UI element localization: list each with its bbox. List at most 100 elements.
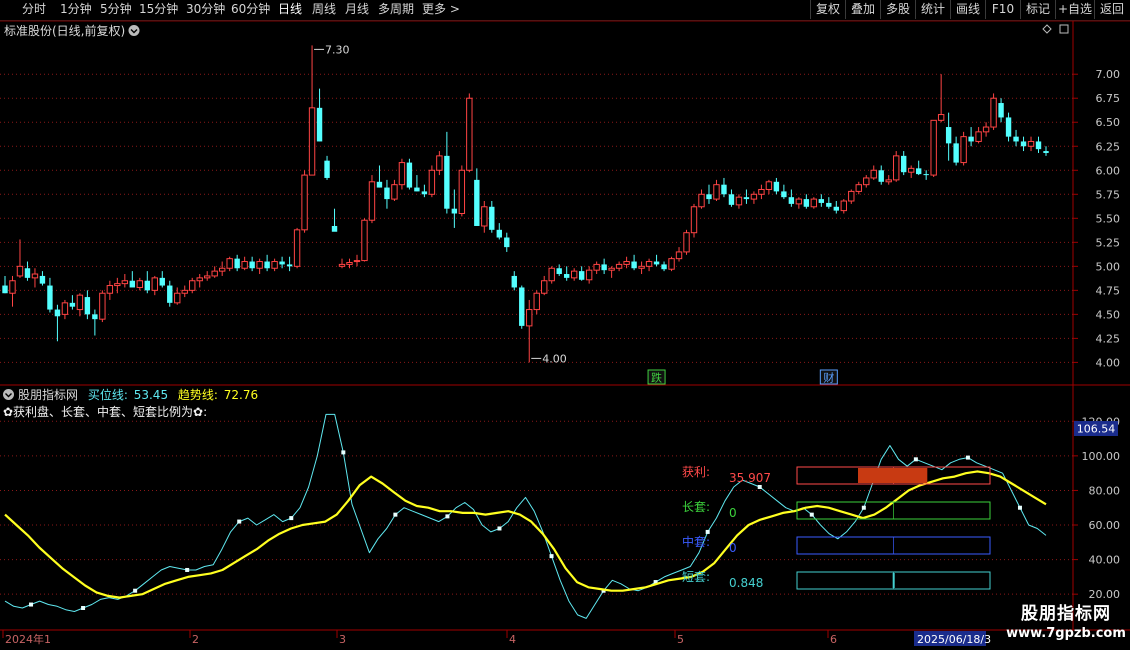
- candle-body: [578, 271, 585, 280]
- candle-body: [353, 260, 361, 263]
- candle-body: [968, 136, 974, 142]
- main-grid: [0, 73, 1073, 363]
- candle-body: [84, 297, 91, 315]
- candle-body: [99, 292, 106, 320]
- candle-body: [39, 275, 46, 284]
- chip-bar-value: 0: [729, 506, 737, 520]
- candle-body: [458, 169, 466, 214]
- candle-body: [301, 174, 308, 231]
- stock-chart[interactable]: 4.00 4.25 4.50 4.75 5.00 5.25 5.50 5.75 6.00 6.25…: [0, 0, 1130, 650]
- candle-body: [129, 280, 136, 288]
- buy-line-point: [913, 457, 918, 462]
- indicator-lines: [4, 413, 1047, 619]
- candle-body: [181, 289, 188, 294]
- main-panel-title: 标准股份(日线,前复权): [4, 23, 125, 38]
- candle-body: [870, 169, 877, 179]
- candle-body: [901, 155, 907, 173]
- indicator-subtitle: ✿获利盘、长套、中套、短套比例为✿:: [3, 404, 207, 419]
- candle-body: [316, 107, 323, 142]
- main-panel-menu-icon[interactable]: [128, 25, 140, 36]
- candle-body: [683, 232, 690, 253]
- chip-bar-value: 0: [729, 541, 737, 555]
- candle-body: [608, 267, 615, 271]
- candle-body: [264, 261, 270, 269]
- date-tick-label: 3: [339, 633, 346, 646]
- main-panel-expand-icon[interactable]: [1059, 24, 1069, 34]
- candle-body: [114, 283, 121, 287]
- candle-body: [713, 184, 720, 200]
- buy-line-point: [549, 554, 554, 559]
- buy-line-point: [237, 519, 242, 524]
- watermark-title: 股朋指标网: [1021, 604, 1111, 624]
- candle-body: [623, 261, 630, 265]
- candle-body: [631, 261, 637, 269]
- candle-body: [271, 261, 278, 269]
- candle-body: [645, 261, 653, 267]
- candle-body: [474, 179, 480, 226]
- candle-body: [526, 309, 533, 327]
- chip-bar-label: 短套:: [682, 570, 710, 584]
- candle-body: [61, 302, 69, 315]
- candle-body: [930, 119, 937, 176]
- candle-body: [16, 265, 24, 277]
- chip-bar-value: 35.907: [729, 471, 771, 485]
- current-value-label: 106.54: [1077, 423, 1116, 436]
- candle-body: [743, 197, 750, 200]
- price-tick-label: 5.00: [1096, 260, 1121, 273]
- candle-body: [241, 261, 248, 269]
- candle-body: [548, 267, 555, 282]
- candle-body: [519, 287, 525, 326]
- date-tick-label: 2024年1: [5, 632, 51, 646]
- candle-body: [915, 168, 922, 175]
- candle-body: [937, 114, 945, 121]
- candle-body: [750, 193, 758, 200]
- buy-line-point: [445, 514, 450, 519]
- indicator-tick-label: 80.00: [1089, 484, 1121, 497]
- candle-body: [361, 219, 368, 262]
- buy-line-point: [133, 588, 138, 593]
- candle-body: [990, 97, 997, 128]
- buy-line-point: [757, 484, 762, 489]
- buy-line-point: [393, 512, 398, 517]
- candle-body: [444, 155, 450, 209]
- candle-body: [414, 187, 420, 192]
- candle-body: [279, 261, 285, 265]
- candle-body: [286, 264, 293, 267]
- price-annotations: 7.304.00跌财龙虎: [314, 43, 838, 385]
- indicator-axis: 20.0040.0060.0080.00100.00120.00: [1073, 415, 1120, 601]
- candle-body: [810, 198, 818, 208]
- candle-body: [690, 206, 698, 234]
- candle-body: [451, 208, 458, 214]
- candle-body: [885, 179, 892, 183]
- candle-body: [346, 261, 353, 265]
- candle-body: [998, 103, 1004, 118]
- candle-body: [781, 191, 787, 198]
- candle-body: [1043, 151, 1049, 153]
- candle-body: [788, 197, 795, 204]
- candle-body: [585, 269, 593, 281]
- candle-body: [196, 277, 203, 282]
- candle-body: [615, 263, 623, 269]
- candle-body: [653, 261, 660, 265]
- candle-body: [533, 292, 540, 311]
- price-tick-label: 6.50: [1096, 116, 1121, 129]
- candle-body: [863, 177, 870, 186]
- candle-body: [1013, 136, 1019, 142]
- chip-bar-label: 中套:: [682, 534, 710, 549]
- buy-line: [4, 413, 1047, 619]
- candle-body: [795, 198, 803, 205]
- candle-body: [293, 229, 301, 267]
- event-tag-label: 跌: [651, 371, 662, 385]
- main-panel-diamond-icon[interactable]: [1042, 24, 1052, 34]
- candle-body: [466, 97, 473, 171]
- candle-body: [878, 170, 884, 182]
- candle-body: [144, 280, 150, 291]
- price-tick-label: 5.25: [1096, 236, 1121, 249]
- candle-body: [855, 184, 862, 192]
- indicator-menu-icon[interactable]: [3, 389, 14, 400]
- event-tag-label: 财: [823, 371, 834, 385]
- price-tick-label: 5.75: [1096, 188, 1121, 201]
- buy-line-point: [289, 516, 294, 521]
- candle-body: [721, 184, 727, 195]
- candle-body: [758, 188, 765, 195]
